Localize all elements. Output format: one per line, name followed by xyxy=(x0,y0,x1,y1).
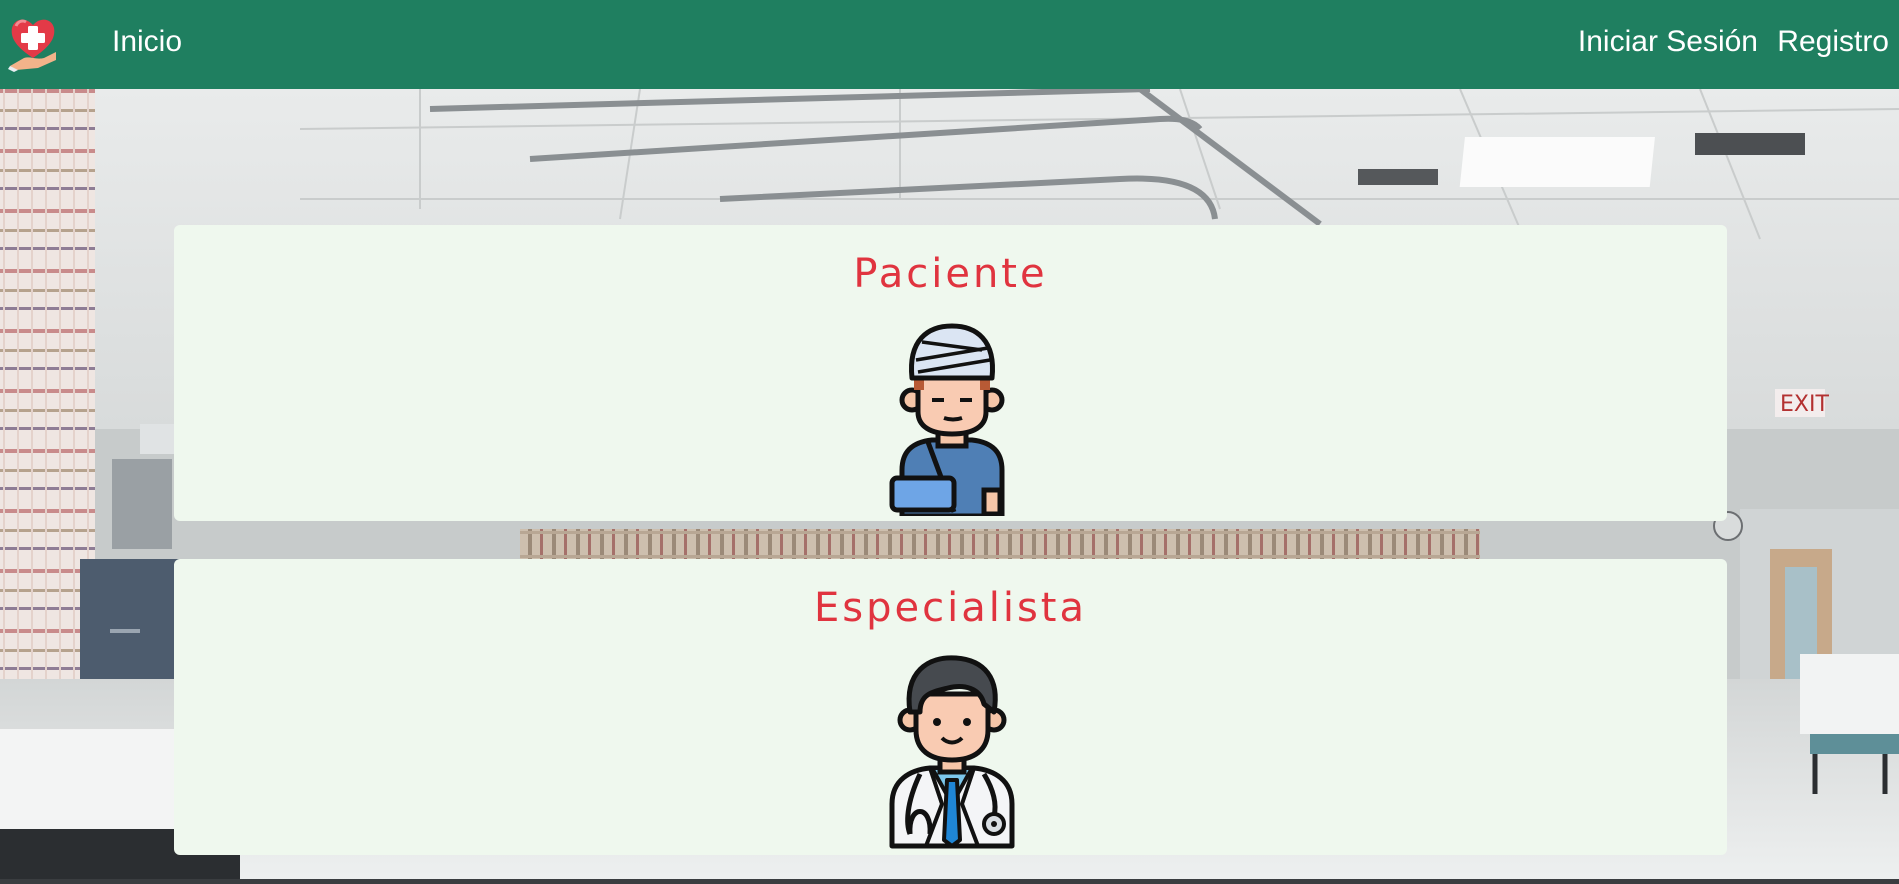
nav-login-link[interactable]: Iniciar Sesión xyxy=(1578,22,1758,62)
patient-card-title: Paciente xyxy=(853,251,1048,297)
nav-home-link[interactable]: Inicio xyxy=(112,22,182,62)
specialist-card[interactable]: Especialista xyxy=(174,559,1727,855)
page: EXIT Inicio Iniciar Sesión Registro Paci… xyxy=(0,0,1899,884)
specialist-card-title: Especialista xyxy=(814,585,1087,631)
patient-card[interactable]: Paciente xyxy=(174,225,1727,521)
doctor-stethoscope-icon xyxy=(889,655,1015,849)
svg-text:EXIT: EXIT xyxy=(1780,392,1829,417)
navbar: Inicio Iniciar Sesión Registro xyxy=(0,0,1899,89)
nav-register-link[interactable]: Registro xyxy=(1777,22,1889,62)
heart-medical-cross-hand-icon[interactable] xyxy=(8,14,58,72)
patient-bandaged-icon xyxy=(889,323,1005,516)
